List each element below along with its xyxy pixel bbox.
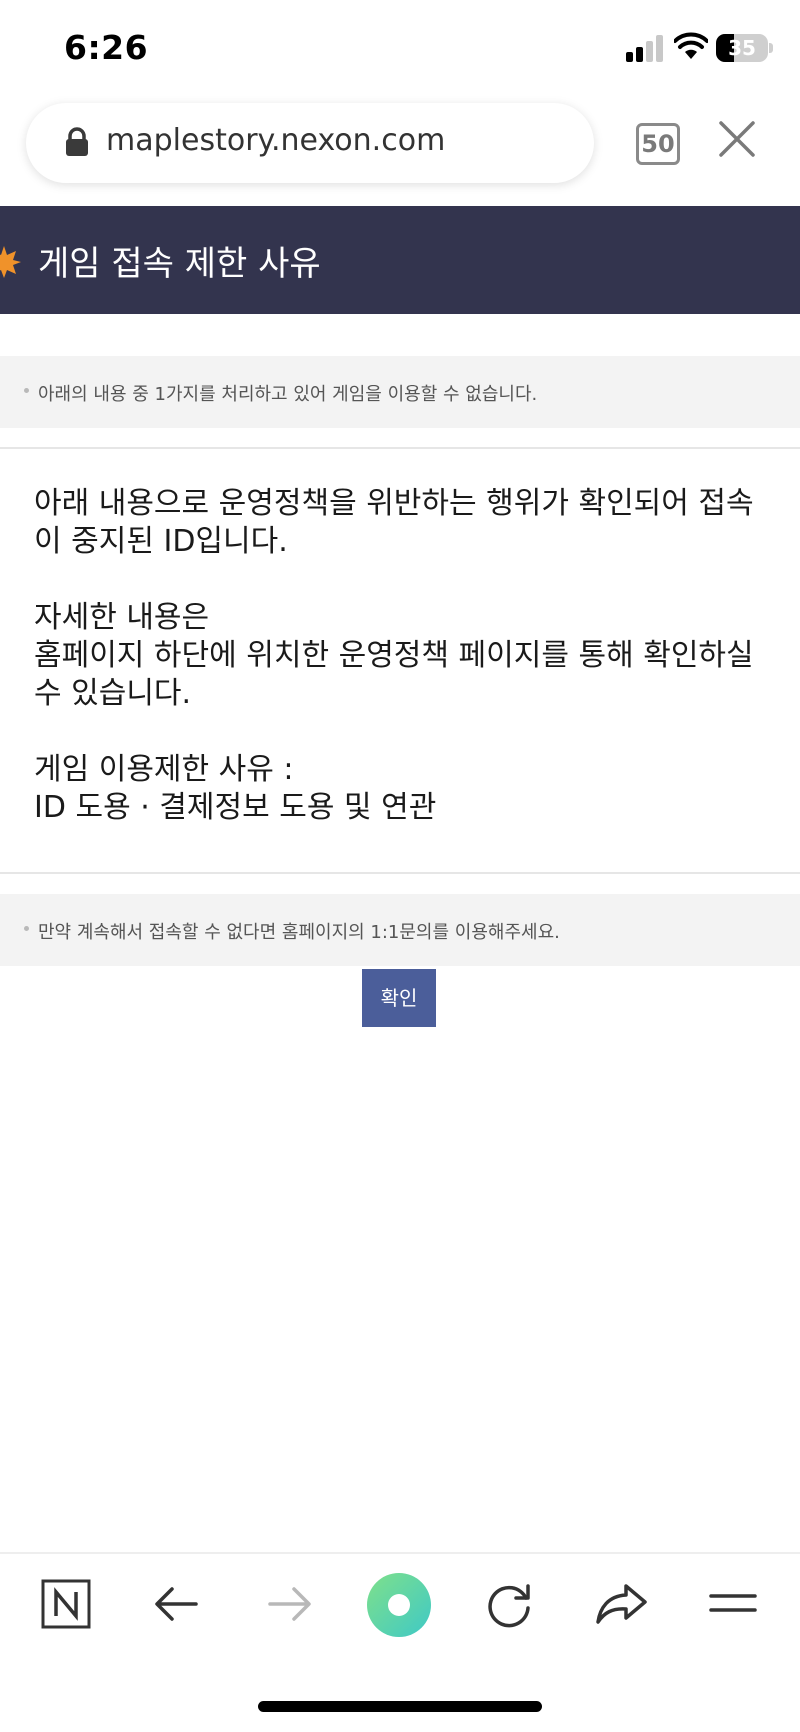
toolbar-divider (0, 1552, 800, 1554)
home-indicator (258, 1701, 542, 1712)
notice-top-text: 아래의 내용 중 1가지를 처리하고 있어 게임을 이용할 수 없습니다. (38, 384, 538, 405)
reload-icon[interactable] (484, 1578, 536, 1630)
page-title: 게임 접속 제한 사유 (38, 244, 321, 284)
battery-level: 35 (728, 36, 756, 60)
notice-top: 아래의 내용 중 1가지를 처리하고 있어 게임을 이용할 수 없습니다. (0, 356, 800, 428)
page-header: 게임 접속 제한 사유 (0, 206, 800, 314)
cellular-signal-icon (626, 35, 663, 62)
close-icon[interactable] (718, 120, 756, 158)
bullet-icon (24, 388, 29, 393)
url-text: maplestory.nexon.com (106, 123, 446, 158)
lock-icon (66, 127, 88, 156)
forward-arrow-icon[interactable] (264, 1578, 314, 1630)
wifi-icon (674, 32, 708, 59)
restriction-message: 아래 내용으로 운영정책을 위반하는 행위가 확인되어 접속이 중지된 ID입니… (34, 486, 754, 825)
tab-count-button[interactable]: 50 (636, 123, 680, 165)
notice-bottom-text: 만약 계속해서 접속할 수 없다면 홈페이지의 1:1문의를 이용해주세요. (38, 922, 560, 943)
share-icon[interactable] (594, 1578, 650, 1630)
divider-top (0, 447, 800, 449)
notice-bottom: 만약 계속해서 접속할 수 없다면 홈페이지의 1:1문의를 이용해주세요. (0, 894, 800, 966)
divider-bottom (0, 872, 800, 874)
address-bar[interactable]: maplestory.nexon.com (26, 103, 594, 183)
bullet-icon (24, 926, 29, 931)
status-time: 6:26 (64, 28, 149, 67)
battery-icon: 35 (716, 34, 768, 62)
menu-icon[interactable] (708, 1578, 758, 1630)
maple-leaf-icon (0, 246, 21, 278)
status-bar: 6:26 35 (0, 0, 800, 96)
battery-tip (769, 43, 773, 53)
naver-home-icon[interactable] (40, 1578, 92, 1630)
confirm-button[interactable]: 확인 (362, 969, 436, 1027)
green-dot-icon[interactable] (366, 1572, 432, 1638)
back-arrow-icon[interactable] (152, 1578, 202, 1630)
